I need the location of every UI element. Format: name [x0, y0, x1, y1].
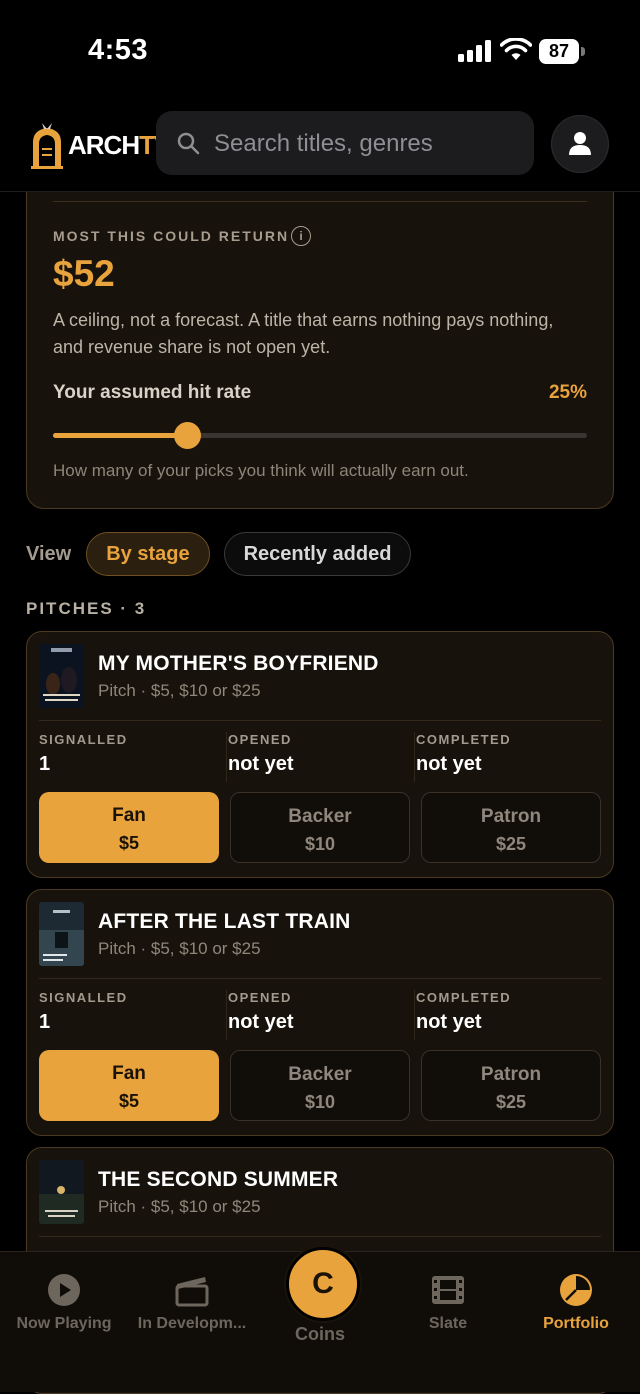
pitch-subtitle: Pitch · $5, $10 or $25 [98, 1197, 261, 1216]
pitch-card: AFTER THE LAST TRAIN Pitch · $5, $10 or … [26, 889, 614, 1136]
hit-rate-slider-thumb[interactable] [173, 422, 201, 449]
pitch-subtitle: Pitch · $5, $10 or $25 [98, 939, 261, 958]
return-amount: $52 [53, 253, 115, 294]
pitch-title[interactable]: MY MOTHER'S BOYFRIEND [98, 652, 379, 676]
pitch-title[interactable]: THE SECOND SUMMER [98, 1168, 338, 1192]
stat-signalled: SIGNALLED 1 [39, 990, 128, 1033]
stat-signalled: SIGNALLED 1 [39, 732, 128, 775]
status-bar: 4:53 87 [0, 0, 640, 100]
cellular-signal-icon [458, 40, 491, 62]
stat-completed: COMPLETED not yet [416, 990, 512, 1033]
user-icon [569, 132, 591, 155]
app-header: ARCHTV [0, 100, 640, 192]
search-bar[interactable] [156, 111, 534, 177]
bottom-tab-bar: Now Playing In Developm... C Coins Slate [0, 1247, 640, 1392]
poster-thumbnail[interactable] [39, 1160, 84, 1224]
battery-icon: 87 [539, 39, 585, 64]
tier-backer-button[interactable]: Backer $10 [230, 1050, 410, 1121]
stat-opened: OPENED not yet [228, 732, 294, 775]
archtv-logo[interactable]: ARCHTV [30, 120, 171, 170]
poster-thumbnail[interactable] [39, 902, 84, 966]
return-ceiling-card: MOST THIS COULD RETURN i $52 A ceiling, … [26, 170, 614, 509]
pitch-subtitle: Pitch · $5, $10 or $25 [98, 681, 261, 700]
stat-completed: COMPLETED not yet [416, 732, 512, 775]
tier-fan-button[interactable]: Fan $5 [39, 1050, 219, 1121]
wifi-icon [500, 38, 532, 60]
view-chip-recently-added[interactable]: Recently added [223, 532, 412, 576]
info-icon[interactable]: i [291, 226, 311, 246]
hit-rate-hint: How many of your picks you think will ac… [53, 461, 469, 480]
return-description: A ceiling, not a forecast. A title that … [53, 310, 554, 357]
stat-opened: OPENED not yet [228, 990, 294, 1033]
avatar-button[interactable] [551, 115, 609, 173]
view-label: View [26, 542, 72, 565]
arch-logo-icon [31, 123, 63, 169]
search-icon [177, 132, 200, 155]
section-title-pitches: PITCHES · 3 [26, 599, 147, 618]
battery-level: 87 [539, 39, 579, 64]
pitch-title[interactable]: AFTER THE LAST TRAIN [98, 910, 350, 934]
tier-fan-button[interactable]: Fan $5 [39, 792, 219, 863]
poster-thumbnail[interactable] [39, 644, 84, 708]
film-strip-icon [432, 1276, 464, 1304]
search-input[interactable] [212, 111, 526, 177]
view-selector: View By stage Recently added [26, 532, 425, 576]
hit-rate-slider[interactable] [53, 422, 587, 449]
pitch-card: MY MOTHER'S BOYFRIEND Pitch · $5, $10 or… [26, 631, 614, 878]
play-circle-icon [48, 1274, 80, 1306]
hit-rate-value: 25% [548, 382, 587, 403]
hit-rate-slider-fill [53, 433, 187, 438]
coins-button[interactable]: C [286, 1247, 360, 1321]
tab-coins-label: Coins [294, 1324, 345, 1344]
return-overline: MOST THIS COULD RETURN [53, 228, 290, 244]
tier-patron-button[interactable]: Patron $25 [421, 1050, 601, 1121]
status-time: 4:53 [88, 34, 149, 66]
tier-patron-button[interactable]: Patron $25 [421, 792, 601, 863]
view-chip-by-stage[interactable]: By stage [86, 532, 210, 576]
brand-arch: ARCH [68, 129, 140, 160]
hit-rate-label: Your assumed hit rate [53, 382, 252, 403]
tier-backer-button[interactable]: Backer $10 [230, 792, 410, 863]
pie-chart-icon [560, 1274, 592, 1306]
clapperboard-icon [175, 1277, 209, 1307]
